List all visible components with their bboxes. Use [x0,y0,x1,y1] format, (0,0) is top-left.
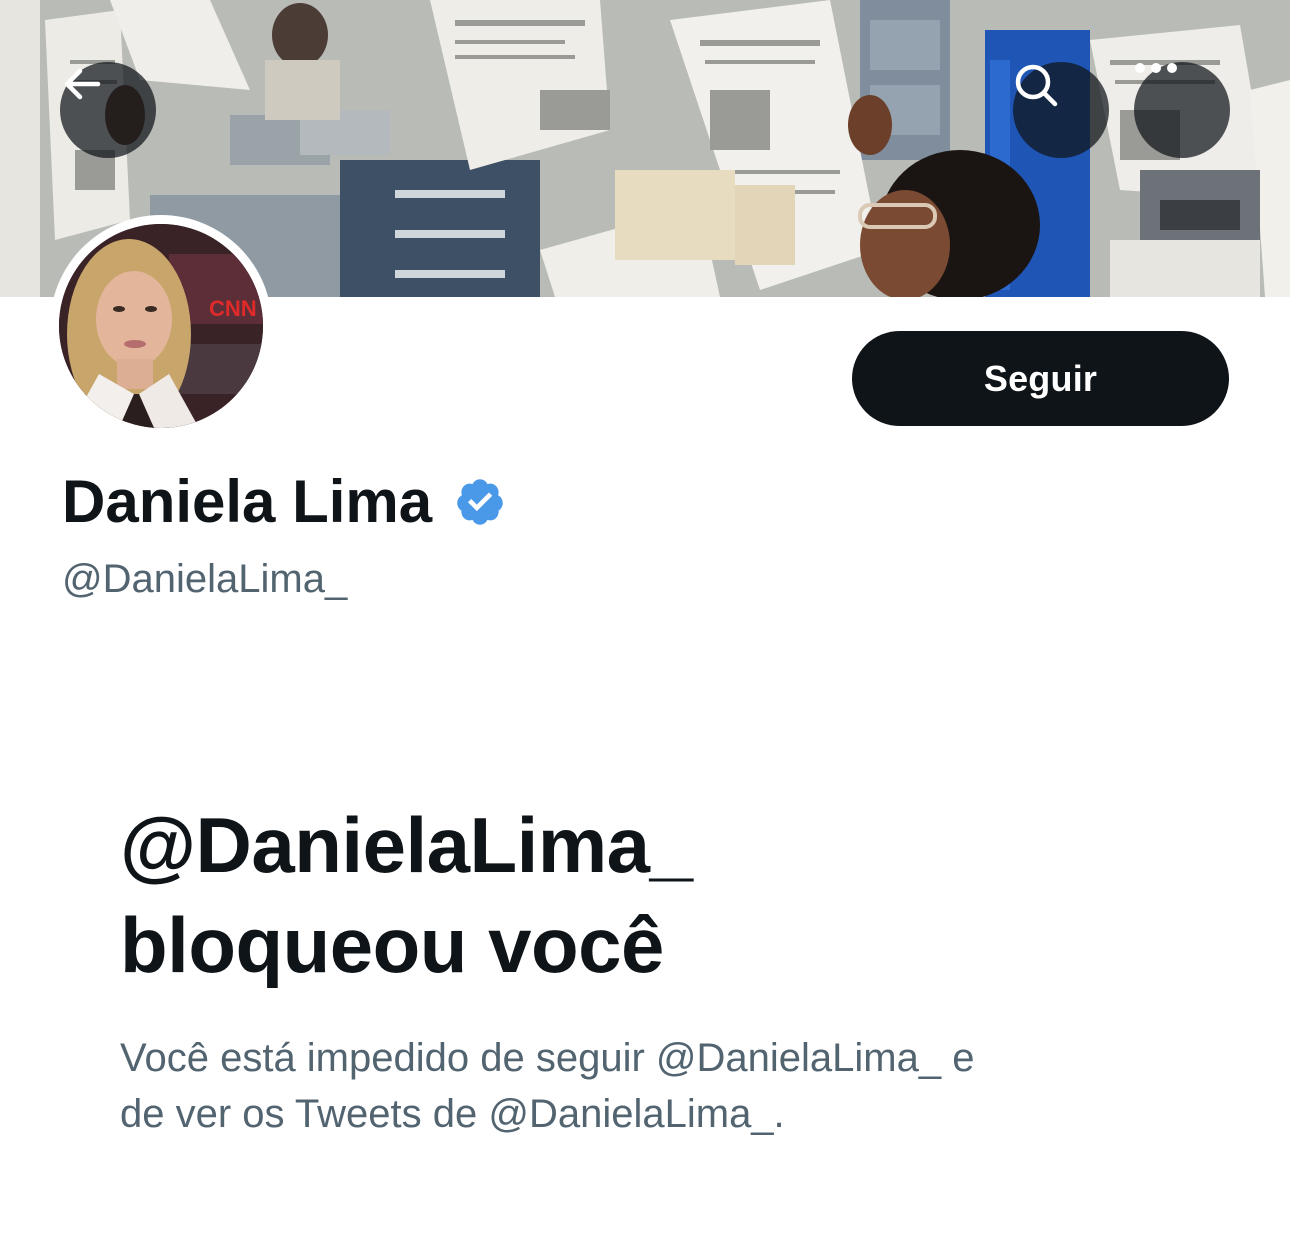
follow-button[interactable]: Seguir [852,331,1229,426]
profile-handle: @DanielaLima_ [62,557,348,601]
arrow-left-icon [64,68,101,100]
more-button[interactable] [1134,62,1230,158]
blocked-description-line2: de ver os Tweets de @DanielaLima_. [120,1092,785,1136]
search-icon [1015,64,1058,107]
more-horizontal-icon [1135,63,1177,73]
avatar-logo: CNN [209,296,257,321]
search-button[interactable] [1013,62,1109,158]
follow-button-label: Seguir [983,357,1098,399]
blocked-title: @DanielaLima_ bloqueou você [120,795,1180,995]
blocked-description: Você está impedido de seguir @DanielaLim… [120,1030,1180,1142]
avatar-image: CNN [59,224,263,428]
back-button[interactable] [60,62,156,158]
blocked-title-line1: @DanielaLima_ [120,801,693,889]
avatar-photo [59,224,263,428]
profile-name-row: Daniela Lima [62,466,506,538]
verified-badge-icon [457,479,503,525]
profile-avatar[interactable]: CNN [50,215,272,437]
blocked-description-line1: Você está impedido de seguir @DanielaLim… [120,1036,975,1080]
display-name: Daniela Lima [62,468,433,535]
blocked-title-line2: bloqueou você [120,901,664,989]
